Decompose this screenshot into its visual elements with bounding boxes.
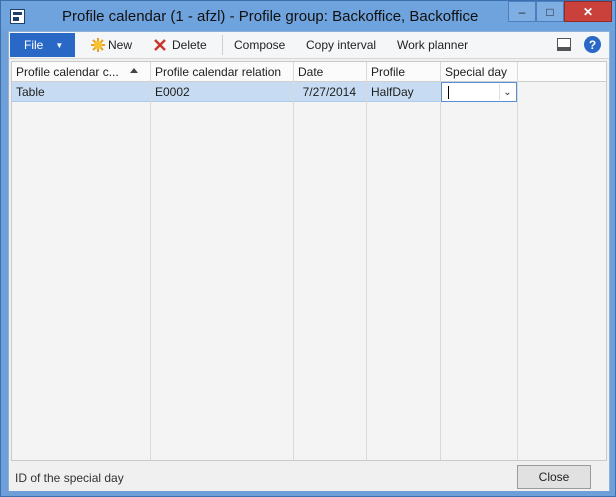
field-help-text: ID of the special day	[15, 471, 124, 485]
work-planner-button[interactable]: Work planner	[397, 38, 468, 52]
profile-calendar-grid: Profile calendar c... Profile calendar r…	[11, 61, 607, 461]
cell-profile[interactable]: HalfDay	[367, 82, 440, 102]
column-header-label: Special day	[445, 64, 508, 79]
chevron-down-icon: ▼	[55, 40, 64, 50]
help-icon[interactable]: ?	[584, 36, 601, 53]
toolbar-divider	[222, 35, 223, 55]
form-client-area: File ▼ New Delete Compose Copy interval …	[8, 31, 610, 491]
copy-interval-button[interactable]: Copy interval	[306, 38, 376, 52]
column-header-special-day[interactable]: Special day	[441, 62, 517, 82]
minimize-icon: –	[518, 4, 526, 19]
column-divider	[517, 62, 518, 460]
column-header-label: Profile calendar c...	[16, 64, 119, 79]
sort-ascending-icon	[130, 68, 138, 73]
minimize-button[interactable]: –	[508, 1, 536, 22]
column-header-label: Profile calendar relation	[155, 64, 282, 79]
title-bar[interactable]: Profile calendar (1 - afzl) - Profile gr…	[1, 1, 615, 31]
cell-date[interactable]: 7/27/2014	[294, 82, 366, 102]
close-window-button[interactable]: ✕	[564, 1, 612, 22]
close-button[interactable]: Close	[517, 465, 591, 489]
close-icon: ✕	[582, 4, 594, 19]
new-icon[interactable]	[90, 37, 106, 53]
app-icon[interactable]	[10, 9, 25, 24]
file-menu-label: File	[24, 38, 44, 52]
maximize-icon: □	[546, 4, 554, 19]
maximize-button[interactable]: □	[536, 1, 564, 22]
chevron-down-icon[interactable]: ⌄	[499, 84, 515, 100]
column-divider	[366, 62, 367, 460]
panel-toggle-icon[interactable]	[557, 38, 571, 51]
column-header-date[interactable]: Date	[294, 62, 366, 82]
delete-button[interactable]: Delete	[172, 38, 207, 52]
special-day-combobox[interactable]: ⌄	[441, 82, 517, 102]
column-header-label: Date	[298, 64, 324, 79]
column-divider	[150, 62, 151, 460]
column-divider	[440, 62, 441, 460]
file-menu-button[interactable]: File ▼	[10, 33, 75, 57]
column-header-profile-calendar[interactable]: Profile calendar c...	[12, 62, 150, 82]
status-bar: ID of the special day Close	[9, 463, 609, 491]
column-header-relation[interactable]: Profile calendar relation	[151, 62, 293, 82]
new-button[interactable]: New	[108, 38, 132, 52]
compose-button[interactable]: Compose	[234, 38, 285, 52]
text-cursor	[448, 86, 449, 99]
delete-icon[interactable]	[153, 38, 167, 52]
cell-profile-calendar[interactable]: Table	[12, 82, 150, 102]
column-header-label: Profile	[371, 64, 406, 79]
profile-calendar-window: Profile calendar (1 - afzl) - Profile gr…	[0, 0, 616, 497]
window-title: Profile calendar (1 - afzl) - Profile gr…	[62, 8, 479, 25]
column-header-filler	[518, 62, 606, 82]
cell-relation[interactable]: E0002	[151, 82, 293, 102]
column-divider	[293, 62, 294, 460]
column-header-profile[interactable]: Profile	[367, 62, 440, 82]
action-toolbar: File ▼ New Delete Compose Copy interval …	[9, 32, 609, 59]
